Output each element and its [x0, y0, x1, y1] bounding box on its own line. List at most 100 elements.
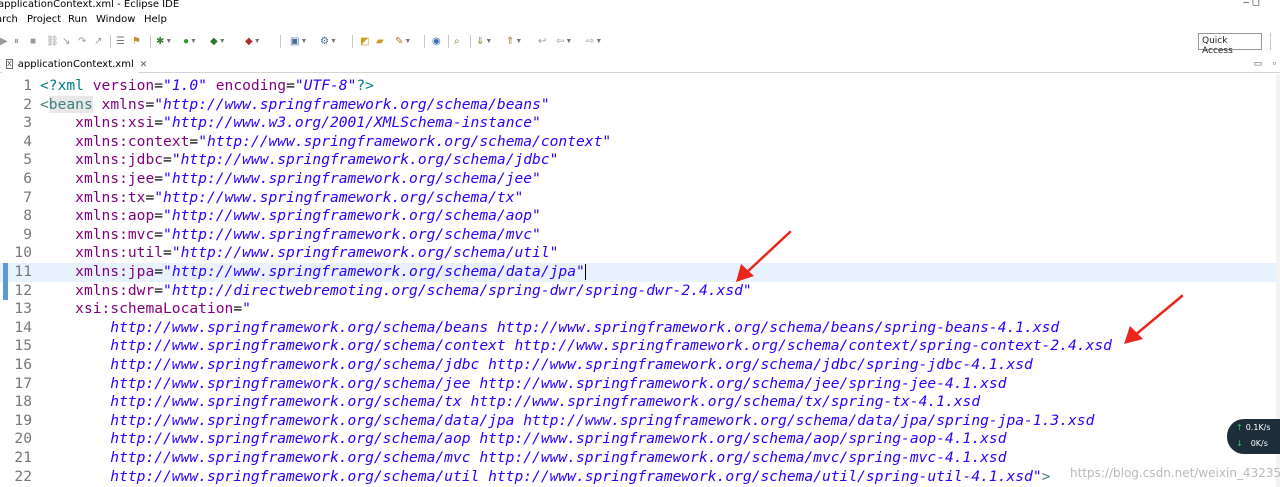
code-line[interactable]: 17 http://www.springframework.org/schema…: [0, 375, 1280, 394]
code-token: xmlns:mvc: [75, 225, 155, 243]
coverage-icon[interactable]: ◆ ▼: [210, 35, 226, 48]
close-icon[interactable]: ✕: [140, 59, 148, 70]
menu-run[interactable]: Run: [68, 14, 87, 25]
line-number: 20: [14, 430, 32, 448]
line-number: 3: [23, 114, 32, 132]
menu-project[interactable]: Project: [27, 14, 61, 25]
code-token: version: [92, 77, 155, 94]
code-line[interactable]: 10 xmlns:util="http://www.springframewor…: [0, 244, 1280, 263]
code-line[interactable]: 9 xmlns:mvc="http://www.springframework.…: [0, 226, 1280, 245]
window-controls[interactable]: – ◻: [1243, 0, 1260, 8]
new-server-icon[interactable]: ▣ ▼: [290, 35, 307, 48]
code-token: http://www.springframework.org/schema/be…: [110, 318, 1060, 336]
code-line[interactable]: 16 http://www.springframework.org/schema…: [0, 356, 1280, 375]
open-type-icon[interactable]: ◩: [360, 35, 369, 48]
debug-icon[interactable]: ✱ ▼: [156, 35, 172, 48]
last-edit-icon[interactable]: ↩: [538, 35, 546, 48]
arrow-shaft: [1132, 294, 1184, 338]
code-token: http://www.springframework.org/schema/ut…: [110, 467, 1042, 485]
line-code: http://www.springframework.org/schema/tx…: [40, 393, 980, 412]
code-token: xmlns:xsi: [75, 114, 155, 132]
pencil-icon[interactable]: ✎ ▼: [395, 35, 411, 48]
use-step-filters-icon[interactable]: ☰: [116, 35, 125, 48]
line-code: xmlns:tx="http://www.springframework.org…: [40, 189, 523, 208]
arrow-head: [1124, 326, 1143, 344]
code-line[interactable]: 20 http://www.springframework.org/schema…: [0, 430, 1280, 449]
code-line[interactable]: 7 xmlns:tx="http://www.springframework.o…: [0, 189, 1280, 208]
tab-label: applicationContext.xml: [17, 58, 134, 70]
xml-editor[interactable]: 1 <?xml version="1.0" encoding="UTF-8"?> 2…: [0, 74, 1280, 487]
code-line[interactable]: 1 <?xml version="1.0" encoding="UTF-8"?>: [0, 77, 1280, 96]
minimize-maximize-icon[interactable]: ▭ ▫: [1254, 58, 1280, 69]
code-token: "UTF-8": [294, 77, 357, 94]
line-code: xmlns:jee="http://www.springframework.or…: [40, 170, 541, 189]
open-folder-icon[interactable]: ▰: [376, 35, 384, 48]
toolbar-separator: [424, 35, 425, 48]
code-line[interactable]: 5 xmlns:jdbc="http://www.springframework…: [0, 151, 1280, 170]
code-line[interactable]: 3 xmlns:xsi="http://www.w3.org/2001/XMLS…: [0, 114, 1280, 133]
code-token: http://www.springframework.org/schema/je…: [110, 374, 1007, 392]
back-icon[interactable]: ⇦ ▼: [556, 35, 572, 48]
code-token: xmlns:dwr: [75, 281, 155, 299]
download-speed: ↓ 0K/s: [1236, 439, 1268, 448]
terminate-icon[interactable]: ■: [30, 35, 36, 48]
arrow-shaft: [743, 230, 792, 276]
step-into-icon[interactable]: ↘: [62, 35, 70, 48]
code-line[interactable]: 4 xmlns:context="http://www.springframew…: [0, 133, 1280, 152]
code-line[interactable]: 13 xsi:schemaLocation=": [0, 300, 1280, 319]
code-token: "1.0": [163, 77, 207, 94]
code-line[interactable]: 18 http://www.springframework.org/schema…: [0, 393, 1280, 412]
menu-search[interactable]: arch: [0, 14, 18, 25]
perspective-switcher[interactable]: [1270, 33, 1280, 50]
download-unit: K/s: [1255, 439, 1268, 448]
step-over-icon[interactable]: ↷: [78, 35, 86, 48]
toolbar-separator: [352, 35, 353, 48]
code-line[interactable]: 8 xmlns:aop="http://www.springframework.…: [0, 207, 1280, 226]
resume-icon[interactable]: ▶: [0, 35, 8, 48]
new-web-icon[interactable]: ⚙ ▼: [320, 35, 337, 48]
code-line[interactable]: 2 <beans xmlns="http://www.springframewor…: [0, 95, 1280, 115]
line-number: 14: [14, 318, 32, 336]
change-marker: [3, 263, 8, 301]
main-toolbar: ▶ ⏸ ■ ⛓ ↘ ↷ ↗ ☰ ⚑ ✱ ▼ ● ▼ ◆ ▼ ◆ ▼ ▣ ▼ ⚙ ▼ ◩ ▰ …: [0, 29, 1280, 56]
code-line[interactable]: 11 xmlns:jpa="http://www.springframework…: [0, 263, 1280, 282]
globe-icon[interactable]: ◉: [432, 35, 441, 48]
code-token: "http://www.springframework.org/schema/c…: [198, 132, 612, 150]
run-icon[interactable]: ● ▼: [183, 35, 197, 48]
code-token: "http://directwebremoting.org/schema/spr…: [163, 281, 752, 299]
code-token: encoding: [215, 77, 287, 94]
external-tools-icon[interactable]: ◆ ▼: [245, 35, 261, 48]
tab-applicationcontext-xml[interactable]: X applicationContext.xml ✕: [2, 55, 147, 73]
menu-window[interactable]: Window: [96, 14, 135, 25]
code-line[interactable]: 21 http://www.springframework.org/schema…: [0, 449, 1280, 468]
suspend-icon[interactable]: ⏸: [14, 35, 19, 48]
quick-access-input[interactable]: Quick Access: [1198, 33, 1262, 56]
code-token: =: [189, 132, 199, 150]
skip-breakpoints-icon[interactable]: ⚑: [132, 35, 141, 48]
line-code: http://www.springframework.org/schema/mv…: [40, 449, 1006, 468]
forward-icon[interactable]: ⇨ ▼: [586, 35, 602, 48]
step-return-icon[interactable]: ↗: [94, 35, 102, 48]
code-line[interactable]: 15 http://www.springframework.org/schema…: [0, 337, 1280, 356]
code-line[interactable]: 12 xmlns:dwr="http://directwebremoting.o…: [0, 282, 1280, 301]
code-line[interactable]: 14 http://www.springframework.org/schema…: [0, 319, 1280, 338]
toolbar-separator: [150, 35, 151, 48]
line-code: http://www.springframework.org/schema/be…: [40, 319, 1059, 338]
code-line[interactable]: 19 http://www.springframework.org/schema…: [0, 412, 1280, 431]
code-token: <: [40, 95, 49, 113]
search-icon[interactable]: ⌕: [454, 35, 460, 48]
code-token: http://www.springframework.org/schema/da…: [110, 411, 1095, 429]
menu-help[interactable]: Help: [144, 14, 167, 25]
prev-annotation-icon[interactable]: ⇑ ▼: [506, 35, 522, 48]
next-annotation-icon[interactable]: ⇓ ▼: [476, 35, 492, 48]
code-token: =: [145, 188, 155, 206]
disconnect-icon[interactable]: ⛓: [46, 35, 59, 48]
watermark: https://blog.csdn.net/weixin_43235147: [1070, 466, 1280, 480]
line-number: 8: [23, 207, 32, 225]
code-line[interactable]: 6 xmlns:jee="http://www.springframework.…: [0, 170, 1280, 189]
